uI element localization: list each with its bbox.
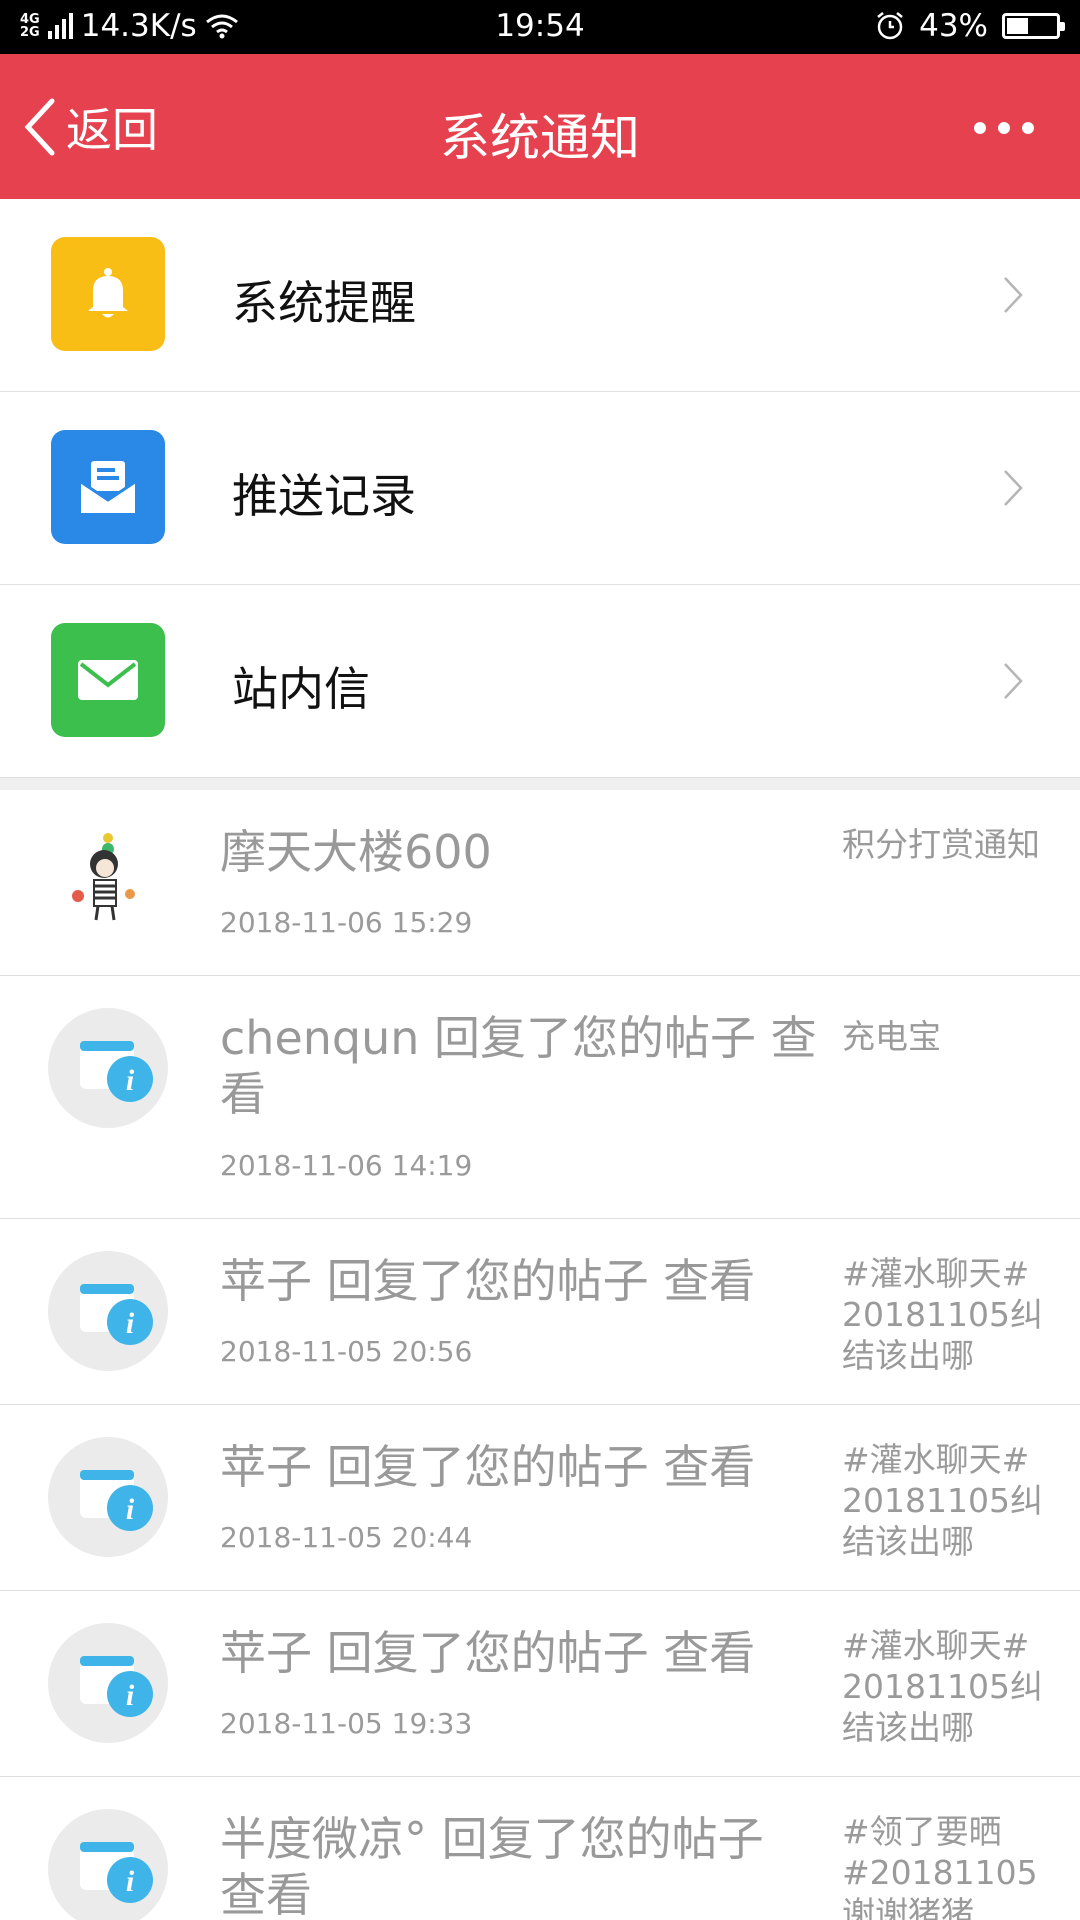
notification-text: 半度微凉° 回复了您的帖子 查看 (220, 1812, 764, 1920)
more-dot (1022, 122, 1034, 134)
svg-text:i: i (126, 1679, 135, 1712)
notification-text: 摩天大楼600 (220, 825, 492, 879)
notification-item[interactable]: i chenqun 回复了您的帖子 查看 2018-11-06 14:19 充电… (0, 976, 1080, 1219)
inbox-icon (51, 430, 165, 544)
notification-tag: #灌水聊天# 20181105纠结该出哪 (842, 1626, 1043, 1747)
notification-tag: #领了要晒#20181105谢谢猪猪 (842, 1812, 1038, 1920)
notification-list: 摩天大楼600 2018-11-06 15:29 积分打赏通知 i chenqu… (0, 790, 1080, 1920)
notification-time: 2018-11-05 19:33 (220, 1707, 473, 1740)
chevron-right-icon (1004, 470, 1023, 506)
menu-item-site-messages[interactable]: 站内信 (0, 585, 1080, 778)
more-options-button[interactable] (974, 118, 1034, 138)
notification-time: 2018-11-06 14:19 (220, 1149, 473, 1182)
notification-text: 苹子 回复了您的帖子 查看 (220, 1254, 756, 1308)
mail-icon (51, 623, 165, 737)
info-icon: i (48, 1251, 168, 1371)
notification-time: 2018-11-05 20:56 (220, 1335, 473, 1368)
notification-item[interactable]: i 苹子 回复了您的帖子 查看 2018-11-05 20:44 #灌水聊天# … (0, 1405, 1080, 1591)
info-icon: i (48, 1809, 168, 1920)
notification-item[interactable]: 摩天大楼600 2018-11-06 15:29 积分打赏通知 (0, 790, 1080, 976)
menu-item-label: 推送记录 (232, 469, 416, 523)
chevron-right-icon (1004, 663, 1023, 699)
battery-icon (1002, 13, 1065, 39)
chevron-right-icon (1004, 277, 1023, 313)
menu-item-label: 站内信 (232, 662, 370, 716)
notification-tag: #灌水聊天# 20181105纠结该出哪 (842, 1440, 1043, 1561)
user-avatar (48, 824, 168, 944)
notification-time: 2018-11-06 15:29 (220, 906, 473, 939)
category-menu: 系统提醒 推送记录 站内信 (0, 199, 1080, 778)
notification-text: 苹子 回复了您的帖子 查看 (220, 1626, 756, 1680)
more-dot (974, 122, 986, 134)
alarm-icon (877, 12, 903, 40)
notification-time: 2018-11-05 20:44 (220, 1521, 473, 1554)
notification-text: 苹子 回复了您的帖子 查看 (220, 1440, 756, 1494)
status-bar: 4G 2G 14.3K/s 19:54 43% (0, 0, 1080, 54)
battery-percent: 43% (919, 8, 988, 44)
notification-tag: 积分打赏通知 (842, 825, 1040, 864)
svg-text:i: i (126, 1307, 135, 1340)
notification-item[interactable]: i 苹子 回复了您的帖子 查看 2018-11-05 20:56 #灌水聊天# … (0, 1219, 1080, 1405)
notification-tag: #灌水聊天# 20181105纠结该出哪 (842, 1254, 1043, 1375)
notification-item[interactable]: i 半度微凉° 回复了您的帖子 查看 #领了要晒#20181105谢谢猪猪 (0, 1777, 1080, 1920)
section-divider (0, 778, 1080, 790)
notification-tag: 充电宝 (842, 1017, 941, 1056)
menu-item-label: 系统提醒 (232, 276, 416, 330)
bell-icon (51, 237, 165, 351)
info-icon: i (48, 1437, 168, 1557)
title-bar: 返回 系统通知 (0, 54, 1080, 199)
info-icon: i (48, 1623, 168, 1743)
more-dot (998, 122, 1010, 134)
menu-item-push-records[interactable]: 推送记录 (0, 392, 1080, 585)
notification-item[interactable]: i 苹子 回复了您的帖子 查看 2018-11-05 19:33 #灌水聊天# … (0, 1591, 1080, 1777)
svg-text:i: i (126, 1493, 135, 1526)
svg-text:i: i (126, 1865, 135, 1898)
svg-text:i: i (126, 1064, 135, 1097)
notification-text: chenqun 回复了您的帖子 查看 (220, 1011, 817, 1121)
menu-item-system-reminder[interactable]: 系统提醒 (0, 199, 1080, 392)
page-title: 系统通知 (440, 109, 640, 167)
info-icon: i (48, 1008, 168, 1128)
